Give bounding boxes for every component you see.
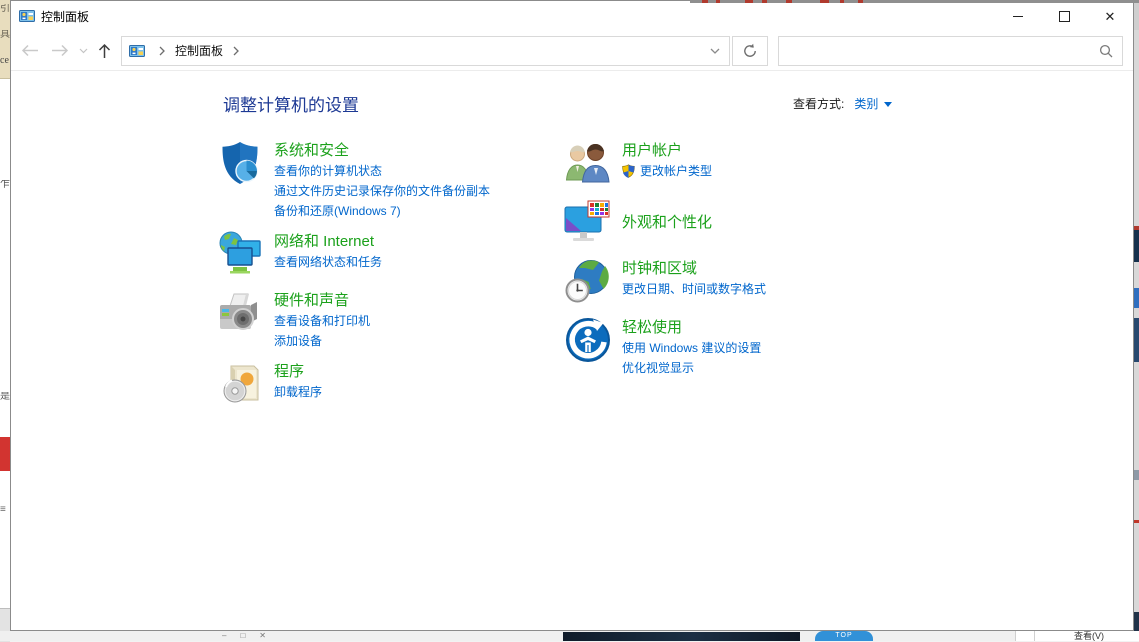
background-right-strip (1134, 0, 1139, 641)
monitor-palette-icon[interactable] (564, 198, 612, 246)
task-link-row: 通过文件历史记录保存你的文件备份副本 (274, 181, 490, 201)
background-view-menu[interactable]: 查看(V) (1074, 631, 1104, 641)
category-programs: 程序卸载程序 (216, 360, 561, 410)
task-link[interactable]: 卸载程序 (274, 382, 322, 402)
background-red-block (0, 437, 10, 471)
network-globe-icon[interactable] (216, 230, 264, 278)
background-left-strip: 引 具 ce 乍 是 ≡ (0, 0, 10, 641)
task-link[interactable]: 优化视觉显示 (622, 358, 694, 378)
category-link-appearance-personalization[interactable]: 外观和个性化 (622, 212, 712, 233)
printer-speaker-icon[interactable] (216, 289, 264, 337)
category-link-programs[interactable]: 程序 (274, 361, 322, 382)
background-menu-bar: 查看(V) (1015, 631, 1139, 641)
category-ease-of-access: 轻松使用使用 Windows 建议的设置优化视觉显示 (564, 316, 909, 378)
control-panel-home: 调整计算机的设置 查看方式: 类别 系统和安全查看你的计算机状态通过文件历史记录… (11, 71, 1133, 631)
minimize-button[interactable] (995, 1, 1041, 31)
window-title: 控制面板 (41, 8, 89, 25)
up-button[interactable] (91, 36, 117, 66)
task-link-row: 查看你的计算机状态 (274, 161, 490, 181)
title-bar[interactable]: 控制面板 ✕ (11, 1, 1133, 31)
software-box-cd-icon[interactable] (216, 360, 264, 408)
task-link-row: 优化视觉显示 (622, 358, 761, 378)
task-link[interactable]: 备份和还原(Windows 7) (274, 201, 401, 221)
category-link-clock-region[interactable]: 时钟和区域 (622, 258, 766, 279)
task-link[interactable]: 查看你的计算机状态 (274, 161, 382, 181)
breadcrumb-chevron-icon[interactable] (159, 46, 165, 56)
category-column-left: 系统和安全查看你的计算机状态通过文件历史记录保存你的文件备份副本备份和还原(Wi… (216, 139, 561, 419)
task-link-row: 添加设备 (274, 331, 370, 351)
category-link-ease-of-access[interactable]: 轻松使用 (622, 317, 761, 338)
breadcrumb-chevron-icon[interactable] (233, 46, 239, 56)
background-maximize-icon[interactable]: □ (240, 631, 245, 641)
task-link-row: 卸载程序 (274, 382, 322, 402)
category-system-security: 系统和安全查看你的计算机状态通过文件历史记录保存你的文件备份副本备份和还原(Wi… (216, 139, 561, 221)
search-input[interactable] (779, 38, 1099, 64)
task-link-row: 更改帐户类型 (622, 161, 712, 181)
background-minimize-icon[interactable]: – (222, 631, 226, 641)
task-link[interactable]: 更改日期、时间或数字格式 (622, 279, 766, 299)
maximize-button[interactable] (1041, 1, 1087, 31)
category-appearance-personalization: 外观和个性化 (564, 198, 909, 248)
uac-shield-icon (622, 164, 635, 178)
task-link[interactable]: 更改帐户类型 (640, 161, 712, 181)
task-link[interactable]: 查看设备和打印机 (274, 311, 370, 331)
shield-icon[interactable] (216, 139, 264, 187)
task-link-row: 备份和还原(Windows 7) (274, 201, 490, 221)
breadcrumb-control-panel-icon (129, 43, 145, 59)
close-button[interactable]: ✕ (1087, 1, 1133, 31)
page-title: 调整计算机的设置 (223, 91, 359, 116)
background-bottom-strip: – □ ✕ TOP 查看(V) (0, 631, 1139, 641)
ease-of-access-icon[interactable] (564, 316, 612, 364)
forward-button[interactable] (45, 36, 75, 66)
category-clock-region: 时钟和区域更改日期、时间或数字格式 (564, 257, 909, 307)
task-link[interactable]: 添加设备 (274, 331, 322, 351)
task-link-row: 使用 Windows 建议的设置 (622, 338, 761, 358)
task-link[interactable]: 使用 Windows 建议的设置 (622, 338, 761, 358)
category-link-network-internet[interactable]: 网络和 Internet (274, 231, 382, 252)
task-link-row: 查看网络状态和任务 (274, 252, 382, 272)
category-user-accounts: 用户帐户更改帐户类型 (564, 139, 909, 189)
two-users-icon[interactable] (564, 139, 612, 187)
task-link-row: 查看设备和打印机 (274, 311, 370, 331)
category-link-hardware-sound[interactable]: 硬件和声音 (274, 290, 370, 311)
navigation-toolbar: 控制面板 (11, 31, 1133, 71)
task-link[interactable]: 查看网络状态和任务 (274, 252, 382, 272)
background-top-button[interactable]: TOP (815, 631, 873, 641)
recent-locations-chevron-icon[interactable] (75, 36, 91, 66)
globe-clock-icon[interactable] (564, 257, 612, 305)
background-window-controls[interactable]: – □ ✕ (222, 631, 266, 641)
search-icon[interactable] (1099, 44, 1113, 58)
category-link-system-security[interactable]: 系统和安全 (274, 140, 490, 161)
view-by-control: 查看方式: 类别 (793, 95, 892, 112)
address-history-chevron-icon[interactable] (701, 37, 729, 65)
back-button[interactable] (15, 36, 45, 66)
category-network-internet: 网络和 Internet查看网络状态和任务 (216, 230, 561, 280)
view-by-dropdown[interactable]: 类别 (854, 95, 892, 112)
background-top-sliver (690, 0, 1139, 3)
chevron-down-icon (884, 102, 892, 107)
task-link-row: 更改日期、时间或数字格式 (622, 279, 766, 299)
search-box[interactable] (778, 36, 1123, 66)
background-dark-banner (563, 632, 800, 641)
background-close-icon[interactable]: ✕ (259, 631, 266, 641)
control-panel-icon (19, 8, 35, 24)
task-link[interactable]: 通过文件历史记录保存你的文件备份副本 (274, 181, 490, 201)
control-panel-window: 控制面板 ✕ 控制面板 (10, 0, 1134, 631)
view-by-label: 查看方式: (793, 95, 844, 112)
category-hardware-sound: 硬件和声音查看设备和打印机添加设备 (216, 289, 561, 351)
breadcrumb-control-panel[interactable]: 控制面板 (173, 42, 225, 59)
category-column-right: 用户帐户更改帐户类型外观和个性化时钟和区域更改日期、时间或数字格式轻松使用使用 … (564, 139, 909, 387)
address-bar[interactable]: 控制面板 (121, 36, 730, 66)
category-link-user-accounts[interactable]: 用户帐户 (622, 140, 712, 161)
refresh-button[interactable] (732, 36, 768, 66)
